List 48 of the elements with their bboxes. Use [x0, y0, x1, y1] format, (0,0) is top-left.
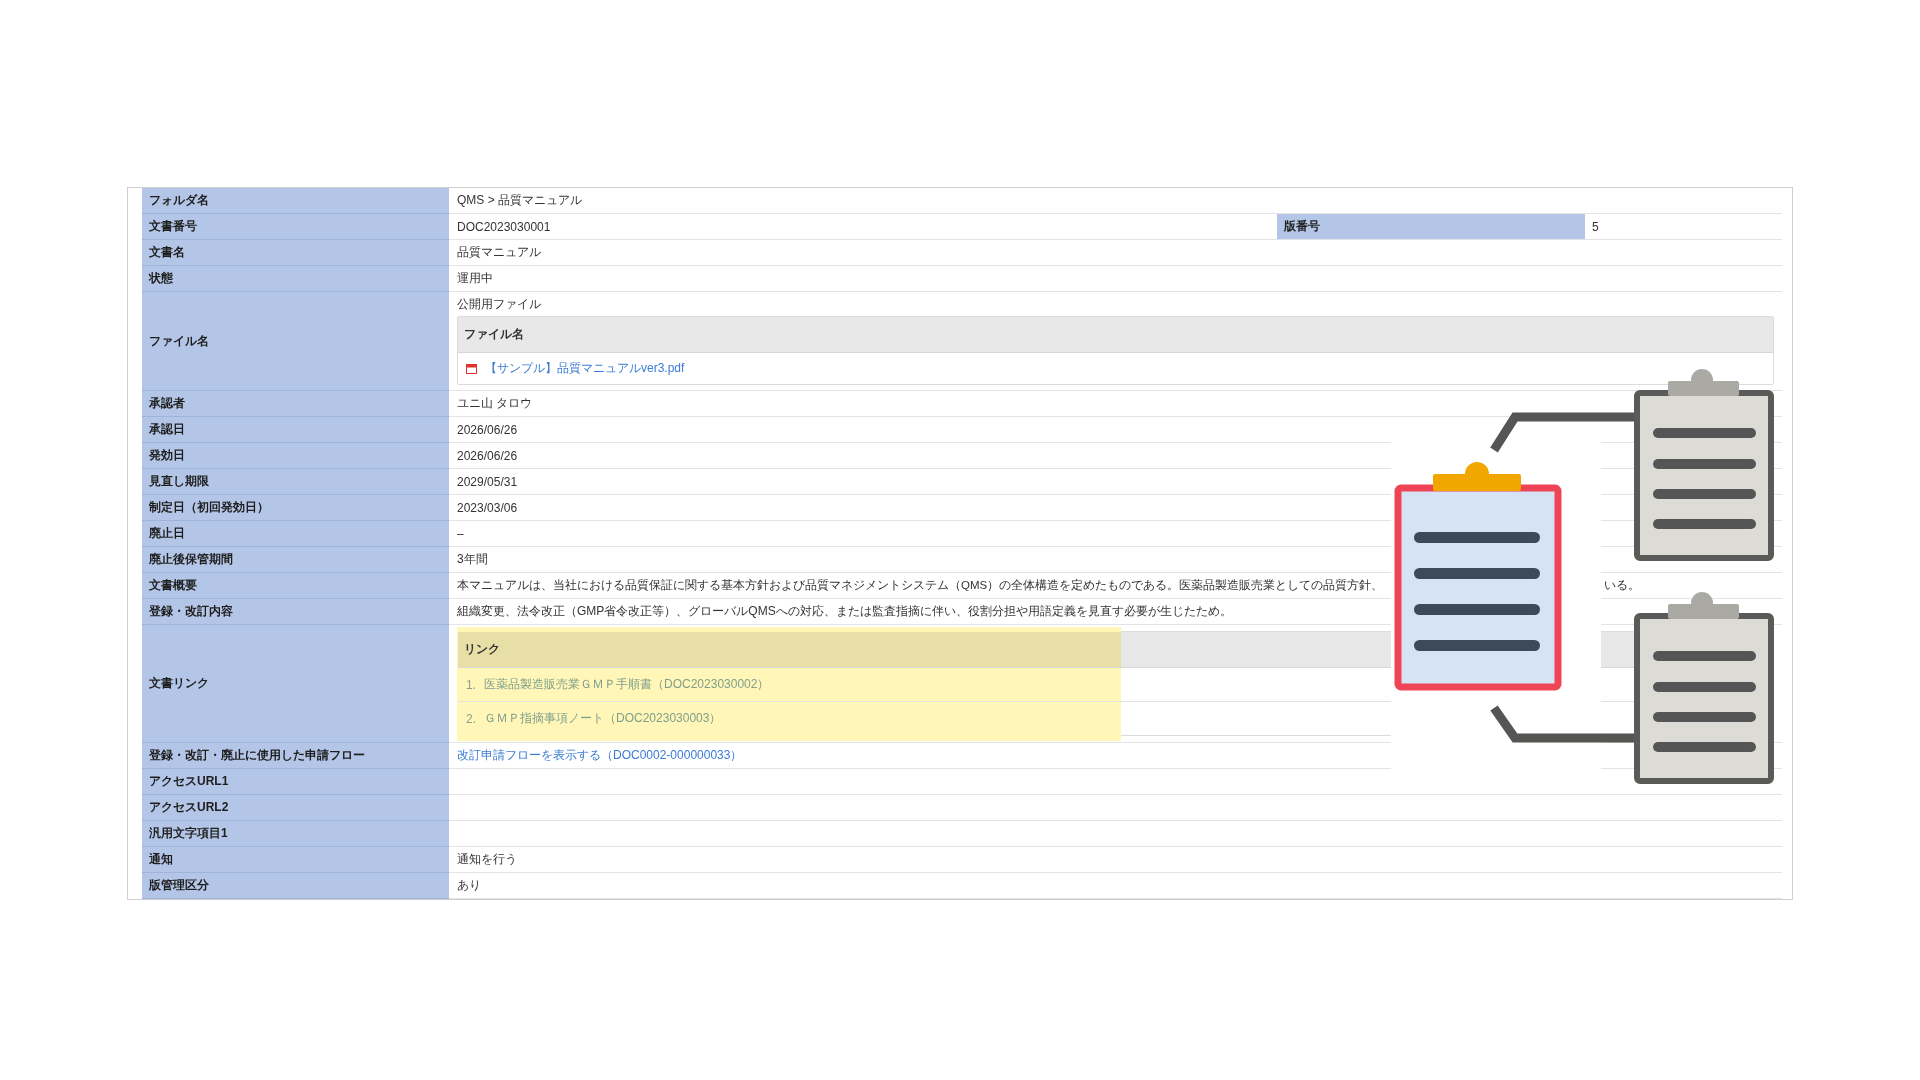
field-label: アクセスURL1 [142, 769, 449, 795]
field-label: 見直し期限 [142, 469, 449, 495]
column-header: ファイル名 [458, 317, 1773, 353]
file-caption: 公開用ファイル [457, 296, 542, 313]
field-label: 廃止日 [142, 521, 449, 547]
document-link[interactable]: 医薬品製造販売業ＧＭＰ手順書（DOC2023030002） [484, 676, 770, 693]
field-label: 制定日（初回発効日） [142, 495, 449, 521]
field-label: 文書名 [142, 240, 449, 266]
field-label: 文書リンク [142, 625, 449, 743]
pdf-icon [466, 363, 477, 374]
flow-link[interactable]: 改訂申請フローを表示する（DOC0002-000000033） [457, 747, 743, 764]
field-value: – [457, 526, 464, 541]
field-label: 登録・改訂内容 [142, 599, 449, 625]
field-value: 2026/06/26 [457, 422, 518, 437]
field-label: 承認者 [142, 391, 449, 417]
field-value: 品質マニュアル [457, 244, 541, 261]
field-label: 廃止後保管期間 [142, 547, 449, 573]
field-label: 通知 [142, 847, 449, 873]
field-label: アクセスURL2 [142, 795, 449, 821]
field-label: 文書番号 [142, 214, 449, 240]
field-label: 汎用文字項目1 [142, 821, 449, 847]
field-value: 3年間 [457, 551, 488, 568]
list-number: 1. [466, 677, 476, 692]
field-label: ファイル名 [142, 292, 449, 391]
field-value: ユニ山 タロウ [457, 395, 533, 412]
field-value: いる。 [1604, 578, 1641, 593]
document-link[interactable]: ＧＭＰ指摘事項ノート（DOC2023030003） [484, 710, 722, 727]
field-value: QMS > 品質マニュアル [457, 192, 582, 209]
field-label: 文書概要 [142, 573, 449, 599]
field-label: 発効日 [142, 443, 449, 469]
field-value: 2026/06/26 [457, 448, 518, 463]
field-value: 組織変更、法令改正（GMP省令改正等）、グローバルQMSへの対応、または監査指摘に伴い、役割分担や用語定義を見直す必要が生じたため。 [457, 603, 1232, 620]
list-number: 2. [466, 711, 476, 726]
field-label: 版管理区分 [142, 873, 449, 899]
field-value: DOC2023030001 [457, 219, 552, 234]
field-value: 5 [1591, 219, 1600, 234]
field-value: 運用中 [457, 270, 493, 287]
field-label: フォルダ名 [142, 188, 449, 214]
field-label: 承認日 [142, 417, 449, 443]
field-value: 通知を行う [457, 851, 517, 868]
field-value: 本マニュアルは、当社における品質保証に関する基本方針および品質マネジメントシステム（QMS）の全体構造を定めたものである。医薬品製造販売業としての品質方針、 [457, 578, 1385, 593]
field-label: 版番号 [1277, 214, 1585, 239]
field-label: 状態 [142, 266, 449, 292]
file-link[interactable]: 【サンプル】品質マニュアルver3.pdf [485, 360, 685, 377]
field-value: 2029/05/31 [457, 474, 518, 489]
field-label: 登録・改訂・廃止に使用した申請フロー [142, 743, 449, 769]
field-value: あり [457, 877, 481, 894]
field-value: 2023/03/06 [457, 500, 518, 515]
